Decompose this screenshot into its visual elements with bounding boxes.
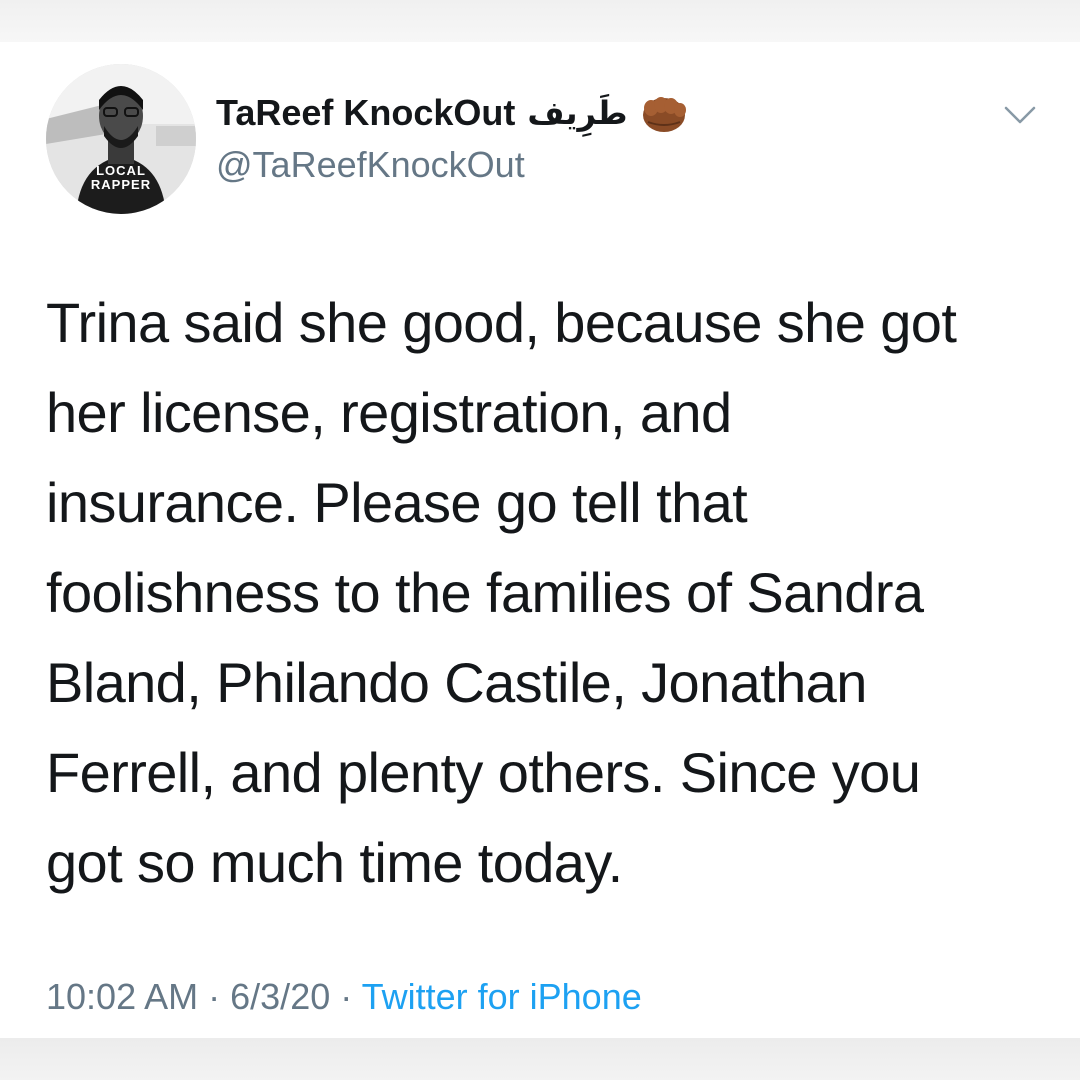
tweet-text-line: Bland, Philando Castile, Jonathan <box>46 651 867 714</box>
tweet-text-line: got so much time today. <box>46 831 623 894</box>
fist-icon <box>640 92 688 134</box>
tweet-metadata: 10:02 AM · 6/3/20 · Twitter for iPhone <box>46 976 642 1018</box>
user-handle[interactable]: @TaReefKnockOut <box>216 144 525 186</box>
chevron-down-icon[interactable] <box>1000 100 1040 130</box>
tweet-text: Trina said she good, because she got her… <box>46 278 1056 908</box>
meta-separator: · <box>208 976 221 1017</box>
top-edge-strip <box>0 0 1080 42</box>
display-name[interactable]: TaReef KnockOut طَرِيف <box>216 92 688 134</box>
tweet-text-line: Ferrell, and plenty others. Since you <box>46 741 921 804</box>
avatar-shirt-text: LOCAL RAPPER <box>90 163 152 192</box>
tweet-text-line: her license, registration, and <box>46 381 732 444</box>
display-name-text: TaReef KnockOut <box>216 92 516 133</box>
meta-separator: · <box>340 976 353 1017</box>
bottom-edge-strip <box>0 1038 1080 1080</box>
display-name-native: طَرِيف <box>527 94 628 132</box>
tweet-text-line: Trina said she good, because she got <box>46 291 957 354</box>
tweet-text-line: foolishness to the families of Sandra <box>46 561 924 624</box>
tweet-source-link[interactable]: Twitter for iPhone <box>362 976 642 1017</box>
tweet-time[interactable]: 10:02 AM <box>46 976 198 1017</box>
tweet-text-line: insurance. Please go tell that <box>46 471 748 534</box>
tweet-date[interactable]: 6/3/20 <box>230 976 330 1017</box>
avatar[interactable]: LOCAL RAPPER <box>46 64 196 214</box>
